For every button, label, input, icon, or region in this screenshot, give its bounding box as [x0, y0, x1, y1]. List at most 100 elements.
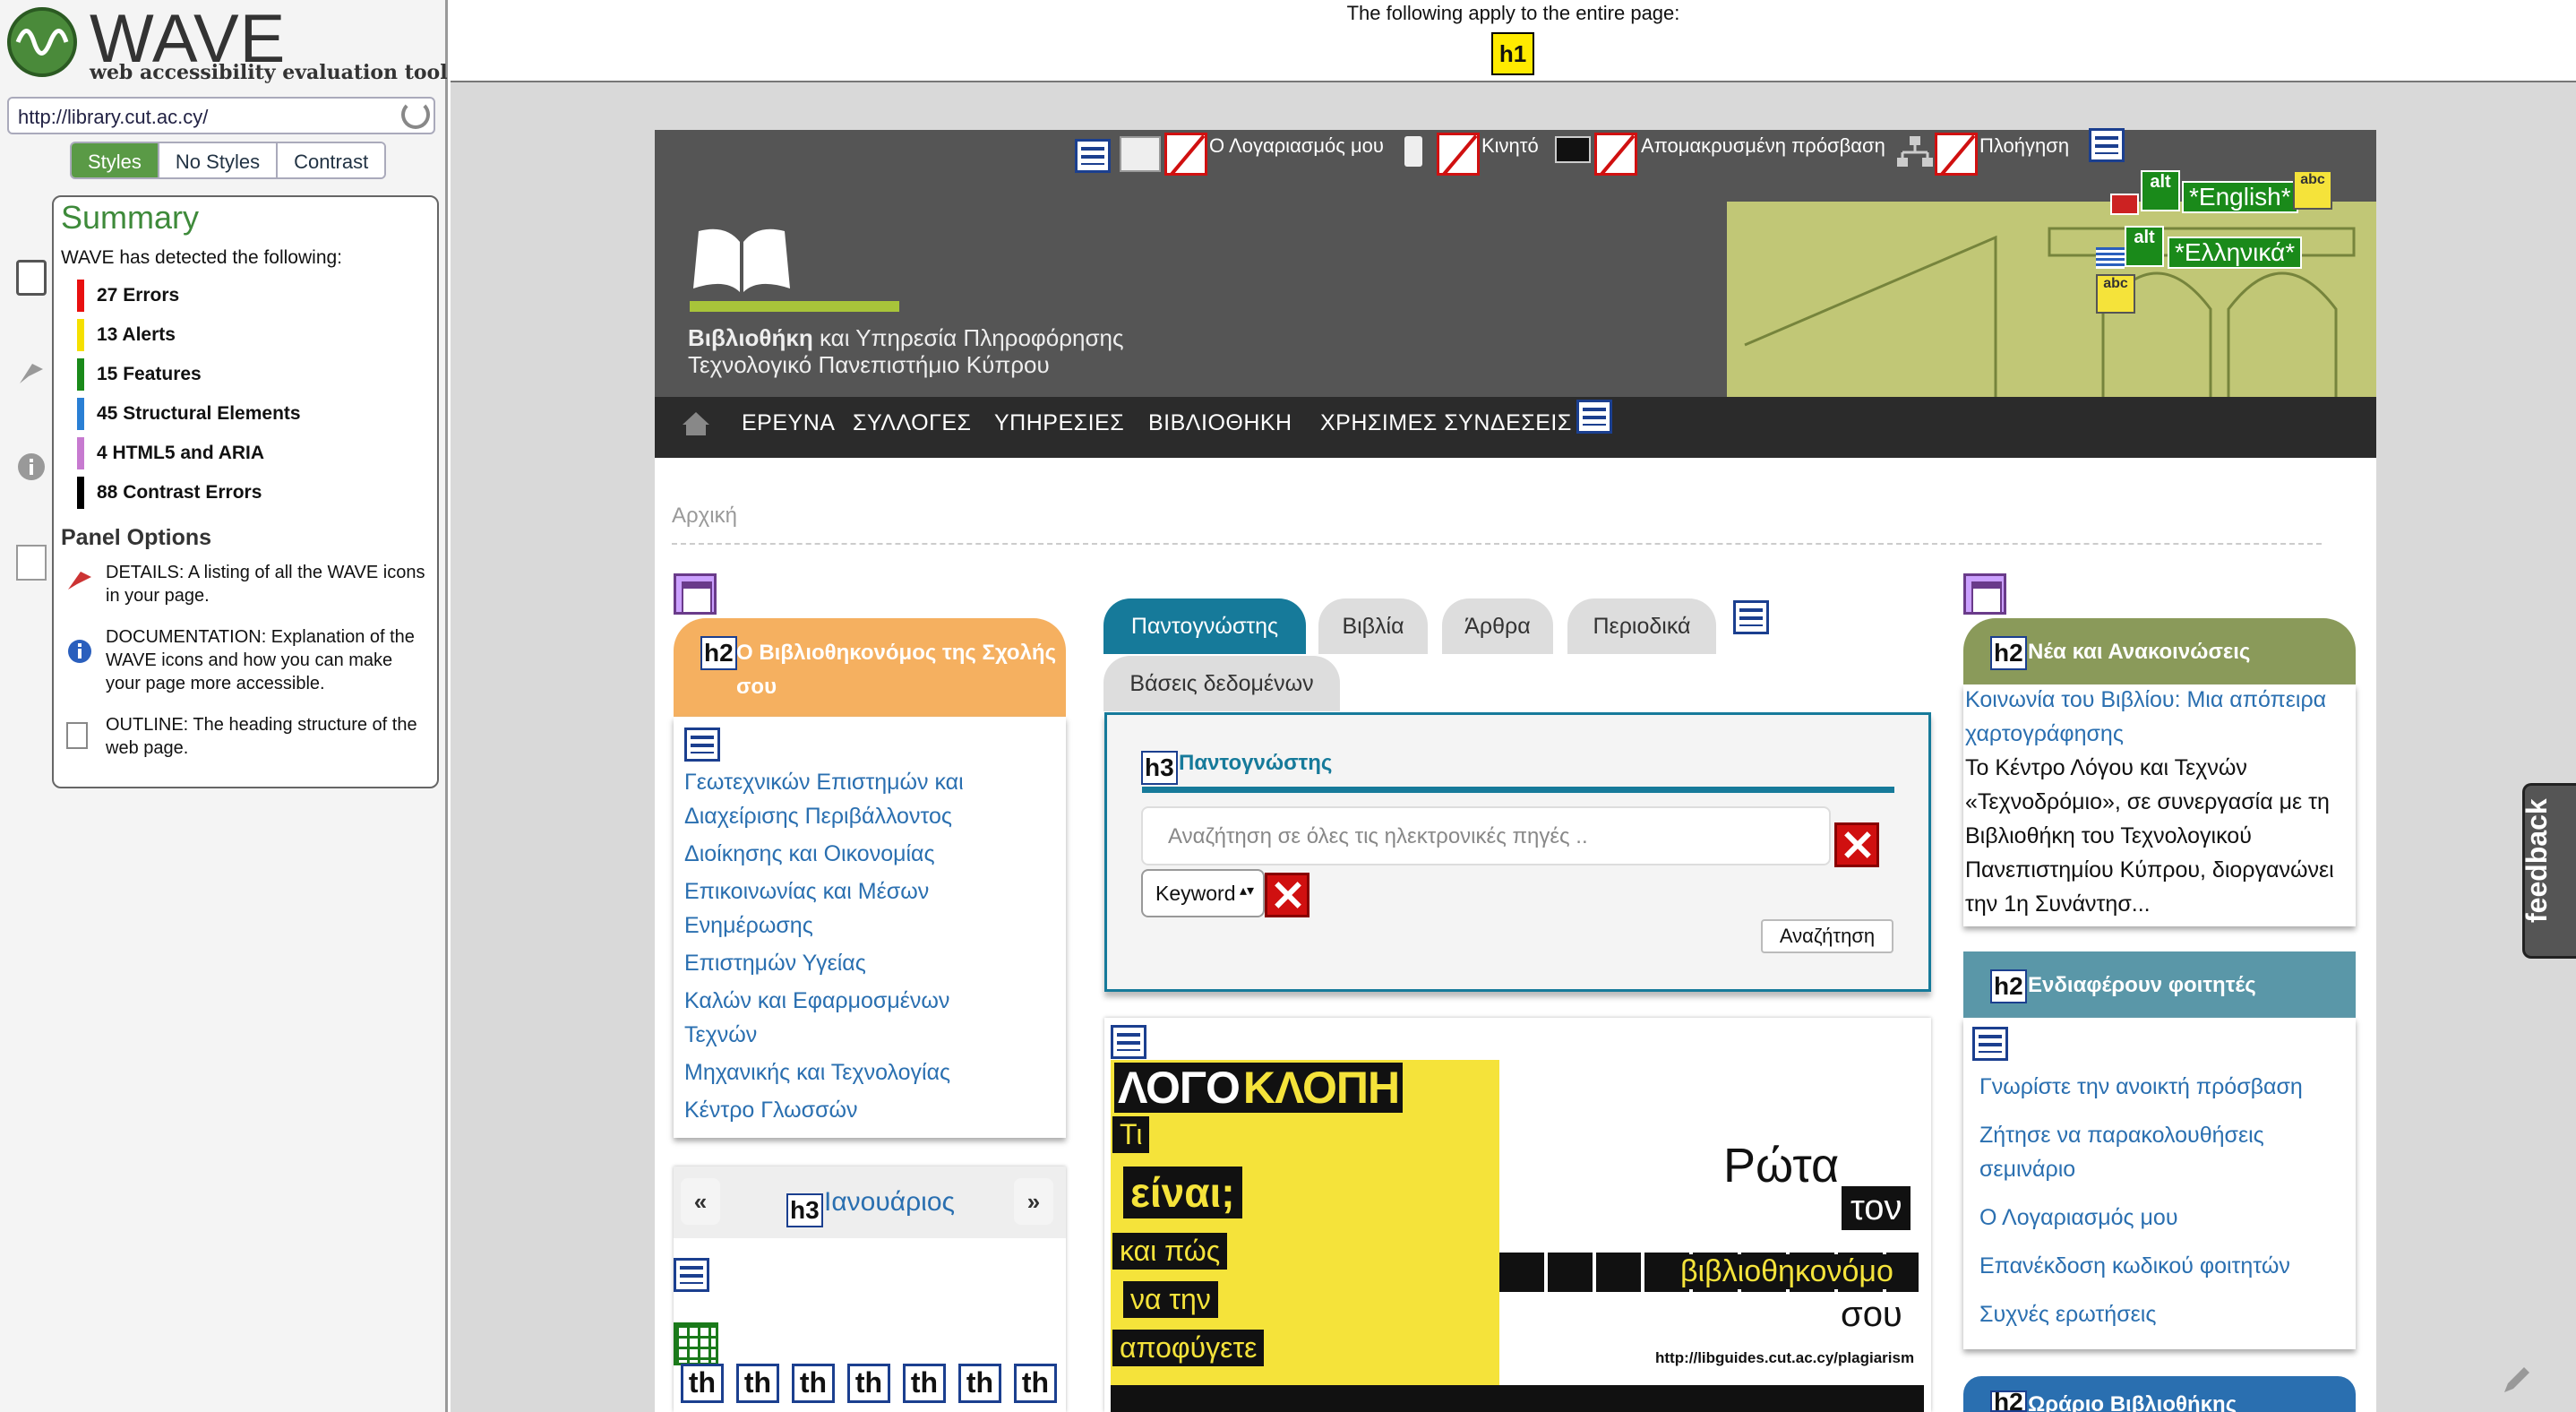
- librarian-panel-title: Ο Βιβλιοθηκονόμος της Σχολής σου: [736, 641, 1057, 699]
- school-link[interactable]: Τεχνών: [684, 1018, 757, 1052]
- search-type-select[interactable]: Keyword ▴▾: [1141, 869, 1265, 917]
- list-icon[interactable]: [2089, 128, 2125, 162]
- h2-icon[interactable]: h2: [1990, 636, 2027, 670]
- panel-option-details[interactable]: DETAILS: A listing of all the WAVE icons…: [106, 561, 428, 607]
- feedback-label[interactable]: feedback: [2520, 798, 2554, 923]
- students-link[interactable]: Ο Λογαριασμός μου: [1979, 1201, 2347, 1235]
- tab-articles[interactable]: Άρθρα: [1442, 598, 1553, 654]
- tab-contrast[interactable]: Contrast: [278, 143, 385, 177]
- tab-pantognostis[interactable]: Παντογνώστης: [1103, 598, 1306, 654]
- school-link[interactable]: Μηχανικής και Τεχνολογίας: [684, 1055, 950, 1089]
- calendar-next-button[interactable]: »: [1014, 1178, 1053, 1225]
- features-count[interactable]: 15 Features: [77, 358, 202, 391]
- list-icon[interactable]: [1111, 1025, 1146, 1059]
- school-link[interactable]: Κέντρο Γλωσσών: [684, 1093, 858, 1127]
- missing-label-error-icon[interactable]: [1265, 873, 1309, 917]
- iframe-icon[interactable]: [674, 573, 717, 615]
- abc-contrast-icon[interactable]: abc: [2096, 274, 2135, 314]
- refresh-icon[interactable]: [401, 100, 430, 129]
- nav-collections[interactable]: ΣΥΛΛΟΓΕΣ: [853, 410, 972, 436]
- panel-option-outline[interactable]: OUTLINE: The heading structure of the we…: [106, 713, 428, 760]
- promo-ask: Ρώτα: [1723, 1139, 1840, 1192]
- structural-count[interactable]: 45 Structural Elements: [77, 398, 301, 430]
- tab-databases[interactable]: Βάσεις δεδομένων: [1103, 656, 1340, 711]
- table-header-icon[interactable]: th: [792, 1364, 835, 1403]
- breadcrumb[interactable]: Αρχική: [672, 504, 737, 529]
- nav-useful-links[interactable]: ΧΡΗΣΙΜΕΣ ΣΥΝΔΕΣΕΙΣ: [1320, 410, 1572, 436]
- h2-icon[interactable]: h2: [700, 636, 737, 670]
- calendar-prev-button[interactable]: «: [681, 1178, 720, 1225]
- errors-count[interactable]: 27 Errors: [77, 280, 179, 312]
- list-icon[interactable]: [684, 728, 720, 762]
- h2-icon[interactable]: h2: [1990, 969, 2027, 1003]
- alt-text-icon[interactable]: alt: [2125, 226, 2164, 267]
- students-panel-title: Ενδιαφέρουν φοιτητές: [2028, 973, 2256, 997]
- info-icon[interactable]: [16, 452, 47, 487]
- util-navigation[interactable]: Πλοήγηση: [1979, 134, 2069, 158]
- data-table-icon[interactable]: [674, 1322, 718, 1365]
- school-link[interactable]: Επικοινωνίας και Μέσων: [684, 874, 929, 908]
- table-header-icon[interactable]: th: [847, 1364, 890, 1403]
- h1-icon[interactable]: h1: [1491, 32, 1534, 75]
- list-icon[interactable]: [674, 1258, 709, 1292]
- alt-text-icon[interactable]: alt: [2141, 170, 2180, 211]
- iframe-icon[interactable]: [1963, 573, 2006, 615]
- nav-research[interactable]: ΕΡΕΥΝΑ: [742, 410, 835, 436]
- summary-clipboard-icon[interactable]: [16, 260, 47, 296]
- url-input[interactable]: http://library.cut.ac.cy/: [7, 97, 435, 134]
- students-link[interactable]: Συχνές ερωτήσεις: [1979, 1297, 2347, 1331]
- school-link[interactable]: Διαχείρισης Περιβάλλοντος: [684, 799, 952, 833]
- util-remote[interactable]: Απομακρυσμένη πρόσβαση: [1641, 134, 1885, 158]
- table-header-icon[interactable]: th: [958, 1364, 1001, 1403]
- nav-services[interactable]: ΥΠΗΡΕΣΙΕΣ: [994, 410, 1124, 436]
- tab-books[interactable]: Βιβλία: [1318, 598, 1428, 654]
- table-header-icon[interactable]: th: [681, 1364, 724, 1403]
- panel-options-title: Panel Options: [61, 525, 212, 550]
- table-header-icon[interactable]: th: [903, 1364, 946, 1403]
- outline-document-icon[interactable]: [16, 545, 47, 581]
- list-icon[interactable]: [1972, 1027, 2008, 1061]
- lang-greek[interactable]: *Ελληνικά*: [2168, 237, 2303, 269]
- alerts-count[interactable]: 13 Alerts: [77, 319, 176, 351]
- home-icon[interactable]: [681, 410, 711, 437]
- school-link[interactable]: Διοίκησης και Οικονομίας: [684, 837, 935, 871]
- contrast-count[interactable]: 88 Contrast Errors: [77, 477, 262, 509]
- error-link-icon[interactable]: [1935, 133, 1978, 176]
- error-link-icon[interactable]: [1164, 133, 1207, 176]
- error-link-icon[interactable]: [1594, 133, 1637, 176]
- school-link[interactable]: Γεωτεχνικών Επιστημών και: [684, 765, 964, 799]
- promo-url[interactable]: http://libguides.cut.ac.cy/plagiarism: [1655, 1349, 1914, 1367]
- nav-library[interactable]: ΒΙΒΛΙΟΘΗΚΗ: [1148, 410, 1292, 436]
- news-item-link[interactable]: Κοινωνία του Βιβλίου: Μια απόπειρα χαρτο…: [1965, 683, 2352, 751]
- list-icon[interactable]: [1075, 139, 1111, 173]
- search-input[interactable]: Αναζήτηση σε όλες τις ηλεκτρονικές πηγές…: [1141, 806, 1831, 865]
- students-link[interactable]: Γνωρίστε την ανοικτή πρόσβαση: [1979, 1070, 2347, 1104]
- tab-no-styles[interactable]: No Styles: [159, 143, 279, 177]
- table-header-icon[interactable]: th: [736, 1364, 779, 1403]
- h3-icon[interactable]: h3: [786, 1193, 823, 1227]
- list-icon[interactable]: [1733, 600, 1769, 634]
- students-link[interactable]: Ζήτησε να παρακολουθήσεις σεμινάριο: [1979, 1118, 2347, 1186]
- school-link[interactable]: Ενημέρωσης: [684, 908, 813, 943]
- search-button[interactable]: Αναζήτηση: [1761, 919, 1893, 953]
- aria-count[interactable]: 4 HTML5 and ARIA: [77, 437, 264, 469]
- h2-icon[interactable]: h2: [1990, 1390, 2027, 1412]
- list-icon[interactable]: [1576, 400, 1612, 434]
- pencil-icon[interactable]: [2499, 1362, 2535, 1398]
- details-flag-icon[interactable]: [16, 357, 47, 392]
- util-mobile[interactable]: Κινητό: [1481, 134, 1539, 158]
- panel-option-documentation[interactable]: DOCUMENTATION: Explanation of the WAVE i…: [106, 625, 428, 695]
- tab-journals[interactable]: Περιοδικά: [1567, 598, 1716, 654]
- util-account[interactable]: Ο Λογαριασμός μου: [1209, 134, 1384, 158]
- missing-label-error-icon[interactable]: [1834, 822, 1879, 867]
- error-link-icon[interactable]: [1437, 133, 1480, 176]
- school-link[interactable]: Καλών και Εφαρμοσμένων: [684, 984, 949, 1018]
- table-header-icon[interactable]: th: [1014, 1364, 1057, 1403]
- students-link[interactable]: Επανέκδοση κωδικού φοιτητών: [1979, 1249, 2347, 1283]
- h3-icon[interactable]: h3: [1141, 751, 1178, 785]
- lang-english[interactable]: *English*: [2182, 181, 2298, 213]
- promo-your: σου: [1841, 1295, 1902, 1334]
- abc-contrast-icon[interactable]: abc: [2293, 170, 2332, 210]
- tab-styles[interactable]: Styles: [72, 143, 159, 177]
- school-link[interactable]: Επιστημών Υγείας: [684, 946, 866, 980]
